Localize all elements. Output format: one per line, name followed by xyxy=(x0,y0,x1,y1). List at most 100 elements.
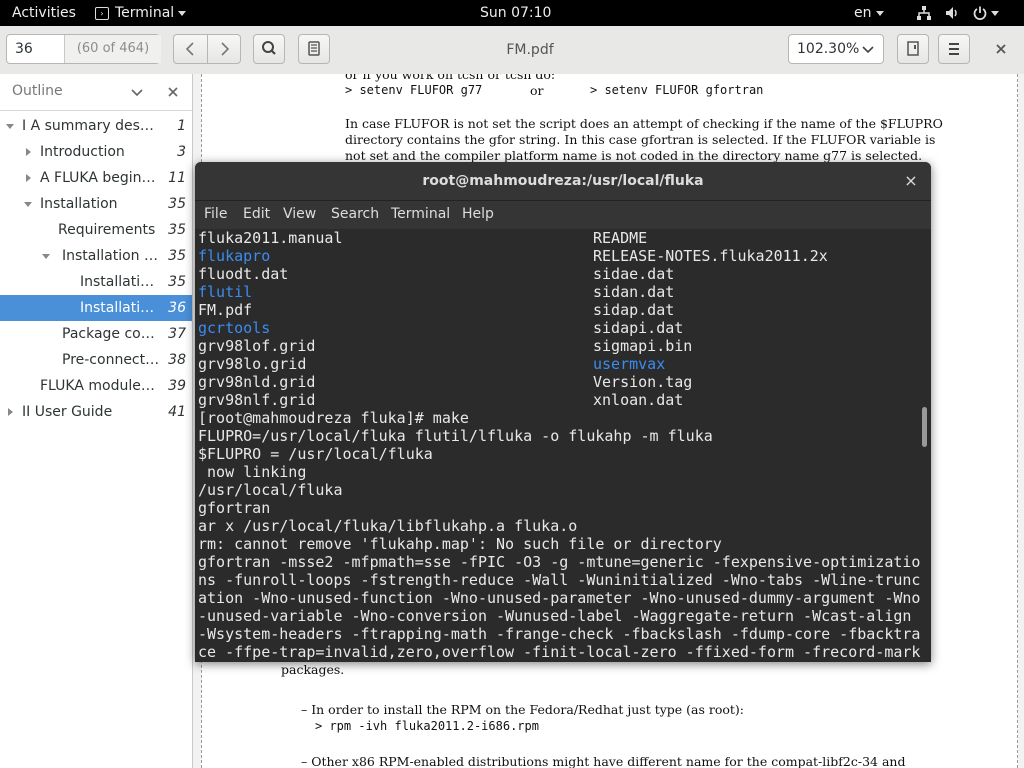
expander-open-icon[interactable] xyxy=(42,254,50,259)
next-page-button[interactable] xyxy=(208,35,241,63)
file-entry: fluodt.dat xyxy=(198,265,289,283)
menu-file[interactable]: File xyxy=(204,206,227,222)
directory-entry: flukapro xyxy=(198,247,271,265)
expander-open-icon[interactable] xyxy=(6,124,14,129)
directory-entry: flutil xyxy=(198,283,253,301)
terminal-output[interactable]: fluka2011.manual flukapro fluodt.dat flutil… xyxy=(195,229,931,662)
volume-icon[interactable] xyxy=(945,0,959,26)
app-name: Terminal xyxy=(115,5,175,21)
terminal-line: ns -funroll-loops -fstrength-reduce -Wal… xyxy=(198,571,921,589)
terminal-app-icon: › xyxy=(95,6,109,20)
outline-item[interactable]: Introduction 3 xyxy=(0,139,192,165)
annotations-button[interactable] xyxy=(298,34,330,64)
sidebar-title[interactable]: Outline xyxy=(12,83,63,99)
previous-page-button[interactable] xyxy=(174,35,208,63)
file-entry: sidan.dat xyxy=(593,283,675,301)
document-toolbar: 36 (60 of 464) FM.pdf 102.30% xyxy=(0,26,1024,75)
hamburger-menu-button[interactable] xyxy=(938,34,970,64)
expander-closed-icon[interactable] xyxy=(26,174,31,182)
terminal-scrollbar[interactable] xyxy=(922,407,927,447)
file-entry: sidapi.dat xyxy=(593,319,684,337)
terminal-line: gfortran xyxy=(198,499,271,517)
file-entry: grv98nlf.grid xyxy=(198,391,316,409)
page-number-entry[interactable]: 36 (60 of 464) xyxy=(6,34,161,64)
doc-code: > setenv FLUFOR g77 xyxy=(345,83,483,97)
terminal-line: -unused-variable -Wno-conversion -Wunuse… xyxy=(198,607,912,625)
outline-item[interactable]: I A summary descrip... 1 xyxy=(0,113,192,139)
terminal-line: rm: cannot remove 'flukahp.map': No such… xyxy=(198,535,722,553)
zoom-value: 102.30% xyxy=(797,41,860,57)
file-entry: sidae.dat xyxy=(593,265,675,283)
outline-sidebar: Outline I A summary descrip... 1 Introdu… xyxy=(0,74,193,768)
outline-item[interactable]: Installation... 35 xyxy=(0,269,192,295)
chevron-right-icon xyxy=(221,42,230,56)
chevron-left-icon xyxy=(185,42,194,56)
terminal-close-button[interactable]: × xyxy=(903,162,919,200)
sidebar-header: Outline xyxy=(0,74,192,111)
menu-terminal[interactable]: Terminal xyxy=(391,206,450,222)
menu-edit[interactable]: Edit xyxy=(243,206,270,222)
file-entry: sidap.dat xyxy=(593,301,675,319)
terminal-line: ation -Wno-unused-function -Wno-unused-p… xyxy=(198,589,921,607)
close-icon[interactable] xyxy=(167,86,179,98)
menu-help[interactable]: Help xyxy=(462,206,494,222)
doc-line: packages. xyxy=(281,662,345,677)
doc-line: or xyxy=(530,83,544,98)
chevron-down-icon xyxy=(991,10,999,16)
close-window-button[interactable] xyxy=(988,34,1014,64)
file-entry: RELEASE-NOTES.fluka2011.2x xyxy=(593,247,828,265)
file-entry: grv98lo.grid xyxy=(198,355,307,373)
outline-item[interactable]: II User Guide 41 xyxy=(0,399,192,425)
doc-code: > setenv FLUFOR gfortran xyxy=(590,83,764,97)
terminal-titlebar[interactable]: root@mahmoudreza:/usr/local/fluka xyxy=(195,162,931,201)
doc-line: – Other x86 RPM-enabled distributions mi… xyxy=(301,754,906,768)
search-button[interactable] xyxy=(253,34,285,64)
chevron-down-icon[interactable] xyxy=(131,88,143,98)
terminal-line: FLUPRO=/usr/local/fluka flutil/lfluka -o… xyxy=(198,427,713,445)
app-menu-button[interactable]: › Terminal xyxy=(95,0,187,26)
network-icon[interactable] xyxy=(917,0,931,26)
document-icon xyxy=(907,41,919,56)
directory-entry: usermvax xyxy=(593,355,666,373)
terminal-window[interactable]: root@mahmoudreza:/usr/local/fluka × File… xyxy=(195,162,931,662)
file-entry: xnloan.dat xyxy=(593,391,684,409)
expander-closed-icon[interactable] xyxy=(8,408,13,416)
menu-search[interactable]: Search xyxy=(331,206,379,222)
outline-item[interactable]: Package cont... 37 xyxy=(0,321,192,347)
activities-button[interactable]: Activities xyxy=(12,0,76,26)
terminal-line: gfortran -msse2 -mfpmath=sse -fPIC -O3 -… xyxy=(198,553,921,571)
terminal-menubar: File Edit View Search Terminal Help xyxy=(195,201,931,229)
close-icon: × xyxy=(904,171,918,190)
zoom-select[interactable]: 102.30% xyxy=(788,34,884,64)
notepad-icon xyxy=(308,41,320,56)
outline-item-selected[interactable]: Installation... 36 xyxy=(0,295,192,321)
file-entry: Version.tag xyxy=(593,373,693,391)
outline-item[interactable]: A FLUKA beginne... 11 xyxy=(0,165,192,191)
terminal-line: -Wsystem-headers -ftrapping-math -frange… xyxy=(198,625,921,643)
outline-item[interactable]: Pre-connecte... 38 xyxy=(0,347,192,373)
doc-line: directory contains the gfor string. In t… xyxy=(345,132,936,147)
doc-line: not set and the compiler platform name i… xyxy=(345,148,923,163)
doc-line: – In order to install the RPM on the Fed… xyxy=(301,702,745,717)
outline-item[interactable]: Installation 35 xyxy=(0,191,192,217)
page-nav-group xyxy=(173,34,241,64)
chevron-down-icon xyxy=(875,10,884,16)
outline-item[interactable]: FLUKA modules (... 39 xyxy=(0,373,192,399)
language-label: en xyxy=(854,5,872,21)
page-view-button[interactable] xyxy=(897,34,929,64)
chevron-down-icon xyxy=(862,46,874,54)
power-menu[interactable] xyxy=(973,0,999,26)
expander-closed-icon[interactable] xyxy=(26,148,31,156)
document-title: FM.pdf xyxy=(506,42,554,58)
current-page[interactable]: 36 xyxy=(15,41,33,57)
language-menu[interactable]: en xyxy=(854,0,884,26)
terminal-line: now linking xyxy=(198,463,307,481)
outline-item[interactable]: Requirements 35 xyxy=(0,217,192,243)
menu-view[interactable]: View xyxy=(283,206,316,222)
clock[interactable]: Sun 07:10 xyxy=(480,0,551,26)
file-entry: README xyxy=(593,229,648,247)
close-icon xyxy=(996,44,1006,54)
expander-open-icon[interactable] xyxy=(24,202,32,207)
terminal-line: ar x /usr/local/fluka/libflukahp.a fluka… xyxy=(198,517,578,535)
outline-item[interactable]: Installation in... 35 xyxy=(0,243,192,269)
